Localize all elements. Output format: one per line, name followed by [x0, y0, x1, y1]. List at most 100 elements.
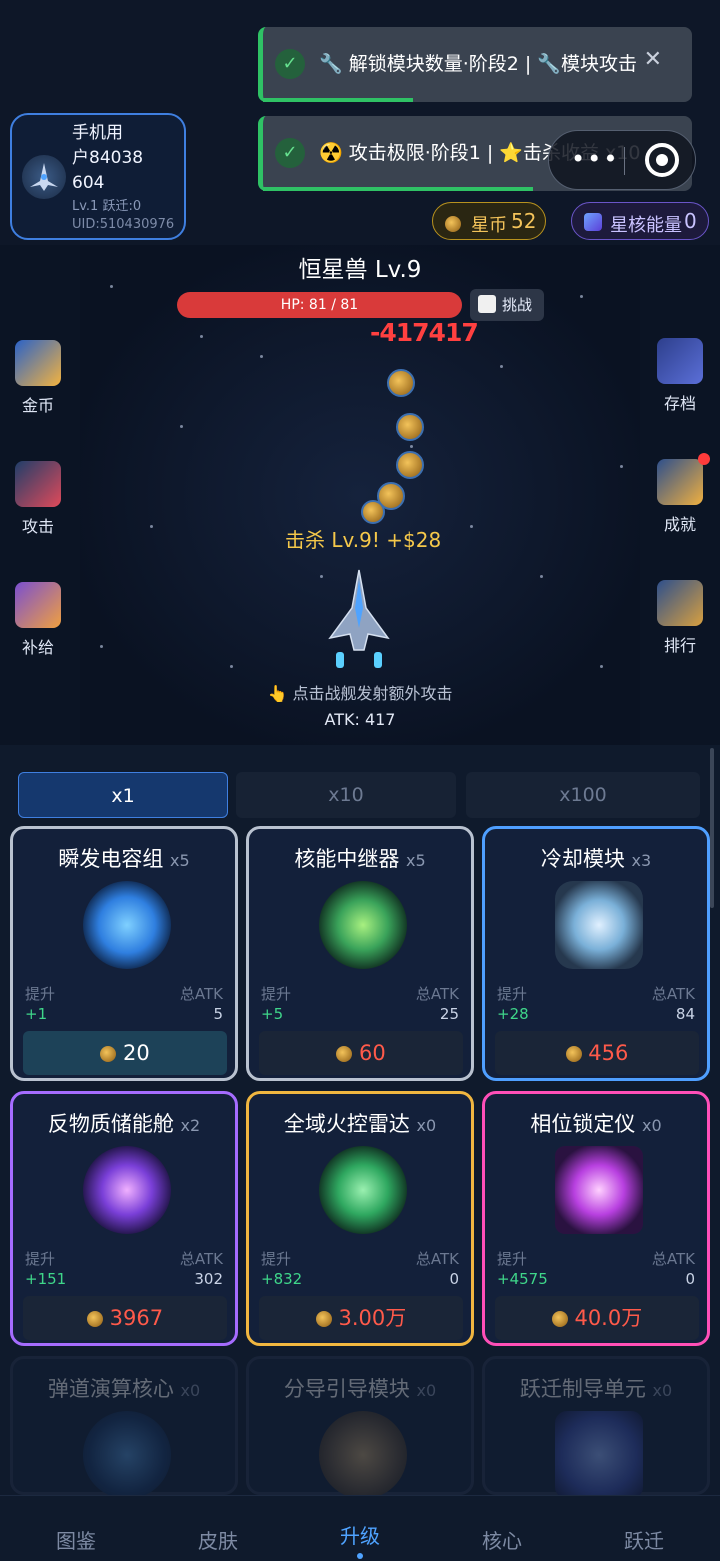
challenge-toggle[interactable]: 挑战: [470, 289, 544, 321]
more-icon[interactable]: •••: [571, 145, 619, 173]
card-title: 分导引导模块 x0: [283, 1377, 437, 1401]
coin-icon: [551, 1311, 568, 1327]
mini-program-capsule[interactable]: •••: [548, 130, 696, 190]
side-button-coins[interactable]: 金币: [8, 340, 68, 416]
coin-icon: [86, 1311, 103, 1327]
core-energy-balance: 星核能量 0: [571, 202, 709, 240]
side-button-achievements[interactable]: 成就: [650, 453, 710, 535]
buy-button[interactable]: 3.00万: [259, 1296, 463, 1340]
gain-value: +151: [25, 1270, 67, 1288]
coin-icon: [565, 1046, 582, 1062]
coin-drop-icon: [396, 451, 424, 479]
buy-button[interactable]: 60: [259, 1031, 463, 1075]
core-label: 星核能量: [610, 215, 682, 236]
phase-lock-icon: [555, 1146, 643, 1234]
side-button-ranking[interactable]: 排行: [650, 580, 710, 656]
attack-value: ATK: 417: [324, 710, 396, 729]
toast-notification[interactable]: ✓ 🔧 解锁模块数量·阶段2 | 🔧模块攻击 ✕: [258, 27, 692, 102]
total-atk-label: 总ATK: [415, 1250, 459, 1268]
battle-field[interactable]: [80, 245, 640, 745]
coin-icon: [336, 1046, 353, 1062]
scrollbar[interactable]: [710, 748, 714, 908]
total-atk-value: 84: [675, 1005, 695, 1023]
side-button-supply[interactable]: 补给: [8, 582, 68, 658]
nav-item-core[interactable]: 核心: [430, 1525, 574, 1554]
challenge-label: 挑战: [502, 296, 533, 314]
buy-button[interactable]: 20: [23, 1031, 227, 1075]
notification-dot: [698, 453, 710, 465]
upgrade-card: 相位锁定仪 x0 提升 总ATK +4575 0 40.0万: [482, 1091, 710, 1346]
gain-label: 提升: [261, 1250, 292, 1268]
gain-value: +5: [261, 1005, 284, 1023]
tab-x100[interactable]: x100: [466, 772, 700, 818]
damage-number: -417417: [370, 318, 479, 347]
check-icon: ✓: [275, 49, 305, 79]
save-icon: [657, 338, 703, 384]
active-indicator: [357, 1553, 363, 1559]
cooling-module-icon: [555, 881, 643, 969]
total-atk-value: 5: [213, 1005, 223, 1023]
coin-label: 星币: [471, 215, 507, 236]
side-button-attack[interactable]: 攻击: [8, 461, 68, 537]
gain-label: 提升: [497, 985, 528, 1003]
check-icon: ✓: [275, 138, 305, 168]
close-icon[interactable]: ✕: [644, 47, 662, 72]
coin-balance: 星币 52: [432, 202, 546, 240]
card-title: 全域火控雷达 x0: [283, 1112, 437, 1136]
total-atk-label: 总ATK: [415, 985, 459, 1003]
player-uid: UID:510430976: [72, 217, 175, 232]
card-title: 弹道演算核心 x0: [47, 1377, 201, 1401]
player-card[interactable]: 手机用 户84038 604 Lv.1 跃迁:0 UID:510430976: [10, 113, 186, 240]
gain-value: +28: [497, 1005, 529, 1023]
nav-item-catalog[interactable]: 图鉴: [4, 1525, 148, 1554]
checkbox-icon[interactable]: [478, 295, 496, 313]
boss-hp-bar: HP: 81 / 81: [177, 292, 462, 318]
gain-value: +1: [25, 1005, 48, 1023]
gain-label: 提升: [25, 985, 56, 1003]
toast-progress: [263, 187, 533, 191]
buy-button[interactable]: 456: [495, 1031, 699, 1075]
radar-icon: [319, 1146, 407, 1234]
total-atk-value: 302: [194, 1270, 223, 1288]
total-atk-value: 25: [439, 1005, 459, 1023]
coin-icon: [445, 213, 461, 234]
buy-button[interactable]: 3967: [23, 1296, 227, 1340]
upgrade-card: 核能中继器 x5 提升 总ATK +5 25 60: [246, 826, 474, 1081]
side-button-label: 金币: [21, 396, 54, 415]
total-atk-label: 总ATK: [651, 985, 695, 1003]
antimatter-icon: [83, 1146, 171, 1234]
side-button-label: 攻击: [21, 517, 54, 536]
side-button-save[interactable]: 存档: [650, 338, 710, 414]
nav-item-upgrade[interactable]: 升级: [288, 1520, 432, 1549]
tab-x10[interactable]: x10: [236, 772, 456, 818]
capsule-divider: [624, 147, 625, 175]
coin-icon: [315, 1311, 332, 1327]
side-button-label: 排行: [663, 636, 696, 655]
warp-unit-icon: [555, 1411, 643, 1499]
boss-name: 恒星兽 Lv.9: [298, 257, 422, 283]
card-title: 核能中继器 x5: [294, 847, 426, 871]
card-title: 跃迁制导单元 x0: [519, 1377, 673, 1401]
upgrade-card: 反物质储能舱 x2 提升 总ATK +151 302 3967: [10, 1091, 238, 1346]
side-button-label: 成就: [663, 515, 696, 534]
total-atk-label: 总ATK: [179, 1250, 223, 1268]
nav-item-warp[interactable]: 跃迁: [572, 1525, 716, 1554]
upgrade-card: 全域火控雷达 x0 提升 总ATK +832 0 3.00万: [246, 1091, 474, 1346]
card-title: 反物质储能舱 x2: [47, 1112, 201, 1136]
leaderboard-icon: [657, 580, 703, 626]
ballistic-core-icon: [83, 1411, 171, 1499]
locked-card: 弹道演算核心 x0: [10, 1356, 238, 1499]
buy-button[interactable]: 40.0万: [495, 1296, 699, 1340]
nav-item-skins[interactable]: 皮肤: [146, 1525, 290, 1554]
card-title: 瞬发电容组 x5: [58, 847, 190, 871]
kill-reward-text: 击杀 Lv.9! +$28: [285, 528, 442, 552]
player-ship[interactable]: [326, 568, 392, 668]
total-atk-label: 总ATK: [179, 985, 223, 1003]
coin-drop-icon: [387, 369, 415, 397]
avatar: [22, 155, 66, 199]
close-target-icon[interactable]: [645, 143, 679, 177]
locked-card: 跃迁制导单元 x0: [482, 1356, 710, 1499]
capacitor-icon: [83, 881, 171, 969]
toast-text: 🔧 解锁模块数量·阶段2 | 🔧模块攻击: [319, 53, 637, 75]
tab-x1[interactable]: x1: [18, 772, 228, 818]
